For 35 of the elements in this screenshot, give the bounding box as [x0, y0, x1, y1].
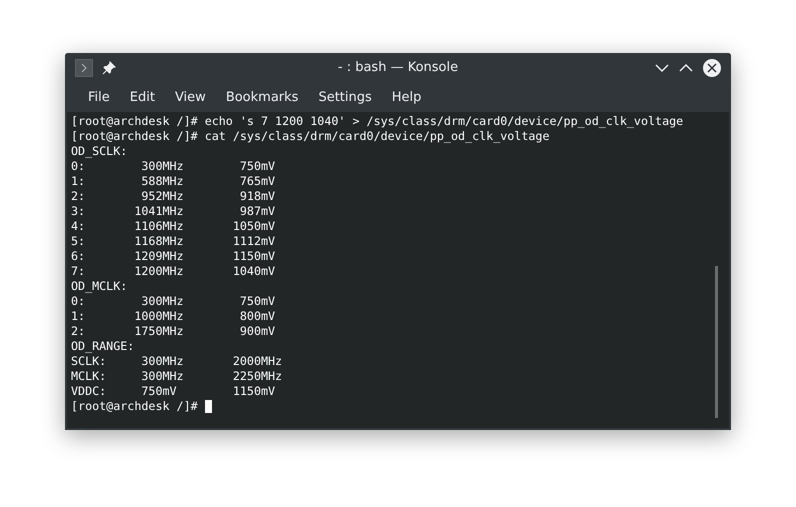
terminal-line: OD_RANGE:: [71, 339, 134, 354]
terminal-line: [root@archdesk /]# cat /sys/class/drm/card0/device/pp_od_clk_voltage: [71, 129, 550, 144]
close-icon[interactable]: [703, 58, 721, 76]
terminal-line: 2: 952MHz 918mV: [71, 189, 276, 204]
menu-item[interactable]: Help: [382, 90, 432, 104]
scrollbar[interactable]: [715, 266, 718, 418]
terminal-icon: [75, 58, 93, 76]
menu-item[interactable]: Bookmarks: [216, 90, 308, 104]
terminal-line: [root@archdesk /]# echo 's 7 1200 1040' > /sys/class/drm/card0/device/pp_od_clk_voltage: [71, 114, 684, 129]
minimize-icon[interactable]: [655, 62, 669, 72]
maximize-icon[interactable]: [679, 62, 693, 72]
terminal-line: 0: 300MHz 750mV: [71, 294, 276, 309]
terminal-line: 0: 300MHz 750mV: [71, 159, 276, 174]
terminal-line: 7: 1200MHz 1040mV: [71, 264, 276, 279]
terminal-line: OD_SCLK:: [71, 144, 128, 159]
terminal-area[interactable]: [67, 112, 729, 428]
terminal-line: VDDC: 750mV 1150mV: [71, 384, 276, 399]
terminal-line: 1: 1000MHz 800mV: [71, 309, 276, 324]
terminal-line: OD_MCLK:: [71, 279, 128, 294]
menu-item[interactable]: Edit: [120, 90, 165, 104]
terminal-line: [root@archdesk /]#: [71, 399, 199, 414]
pin-icon[interactable]: [102, 60, 116, 74]
terminal-line: 3: 1041MHz 987mV: [71, 204, 276, 219]
terminal-line: SCLK: 300MHz 2000MHz: [71, 354, 282, 369]
terminal-line: MCLK: 300MHz 2250MHz: [71, 369, 282, 384]
text-cursor: [204, 400, 212, 413]
menu-item[interactable]: Settings: [308, 90, 382, 104]
terminal-line: 1: 588MHz 765mV: [71, 174, 276, 189]
terminal-line: 5: 1168MHz 1112mV: [71, 234, 276, 249]
terminal-line: 2: 1750MHz 900mV: [71, 324, 276, 339]
terminal-line: 6: 1209MHz 1150mV: [71, 249, 276, 264]
menu-item[interactable]: File: [78, 90, 120, 104]
menu-item[interactable]: View: [164, 90, 216, 104]
terminal-line: 4: 1106MHz 1050mV: [71, 219, 276, 234]
window-title: - : bash — Konsole: [336, 60, 460, 75]
